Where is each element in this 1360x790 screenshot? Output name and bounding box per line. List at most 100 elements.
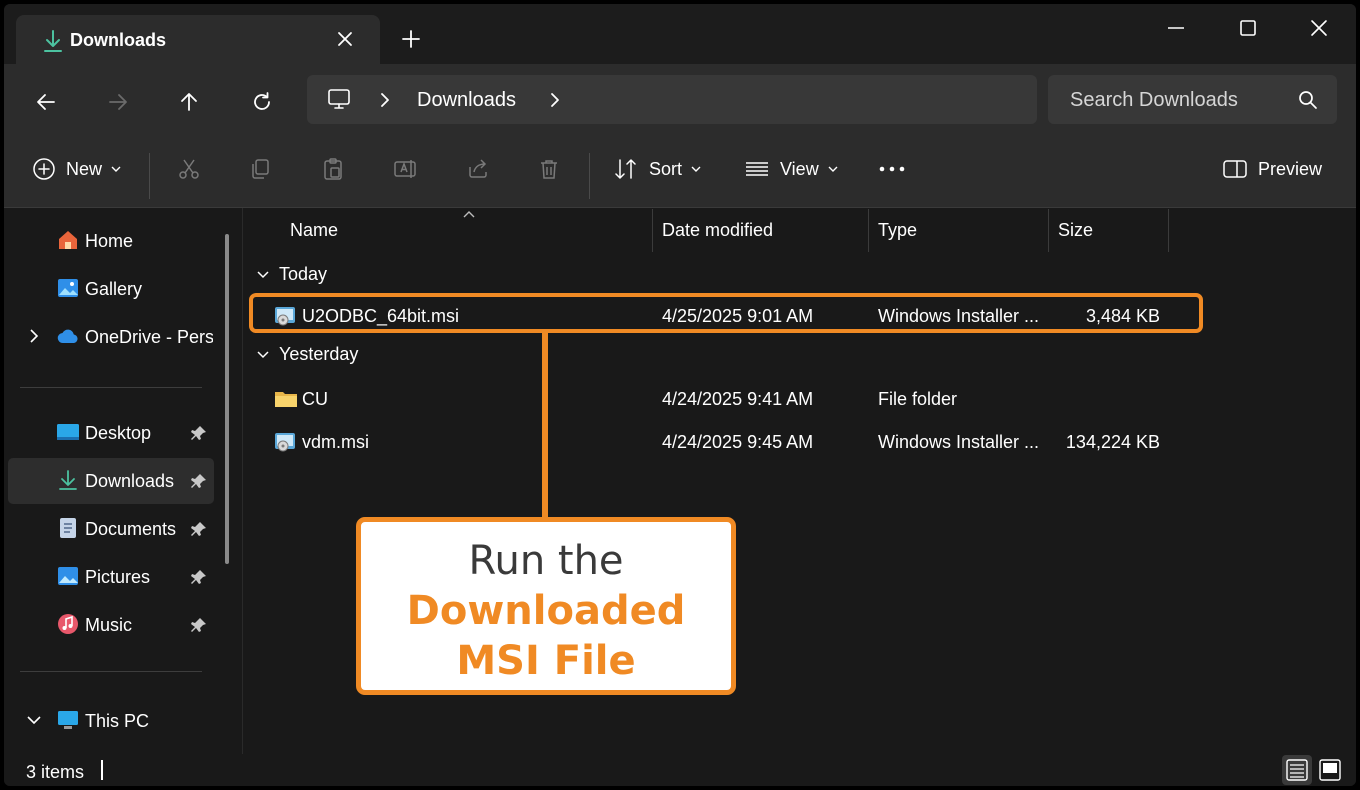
maximize-icon[interactable]: [1236, 16, 1260, 40]
home-icon: [59, 231, 77, 249]
gallery-icon: [58, 279, 78, 297]
column-separator[interactable]: [1048, 209, 1049, 252]
rename-icon: [394, 160, 416, 178]
sidebar-item-gallery[interactable]: Gallery: [8, 266, 214, 312]
new-tab-icon[interactable]: [400, 28, 422, 50]
details-view-icon: [1286, 759, 1308, 781]
column-separator[interactable]: [1168, 209, 1169, 252]
callout-line-2: Downloaded: [406, 588, 686, 634]
close-tab-icon[interactable]: [334, 28, 356, 50]
chevron-down-icon[interactable]: [26, 712, 42, 728]
chevron-down-icon: [691, 166, 701, 172]
sidebar-item-desktop[interactable]: Desktop: [8, 410, 214, 456]
computer-icon[interactable]: [327, 87, 351, 111]
sort-button[interactable]: Sort: [613, 130, 702, 208]
sidebar-item-onedrive[interactable]: OneDrive - Personal: [8, 314, 214, 360]
callout-line-3: MSI File: [456, 638, 636, 684]
toolbar-divider: [589, 153, 590, 199]
tiles-view-button[interactable]: [1315, 755, 1345, 785]
share-button[interactable]: [466, 130, 490, 208]
chevron-down-icon: [257, 270, 269, 278]
search-input[interactable]: Search Downloads: [1048, 75, 1337, 124]
document-icon: [60, 518, 76, 538]
preview-button[interactable]: Preview: [1222, 130, 1322, 208]
more-options-button[interactable]: [878, 130, 906, 208]
cut-button[interactable]: [177, 130, 201, 208]
group-header-yesterday[interactable]: Yesterday: [256, 344, 358, 365]
new-button[interactable]: New: [32, 130, 122, 208]
pin-icon[interactable]: [190, 520, 208, 538]
computer-icon: [58, 711, 78, 729]
chevron-right-icon[interactable]: [377, 91, 393, 109]
chevron-down-icon: [111, 166, 121, 172]
file-row[interactable]: CU 4/24/2025 9:41 AM File folder: [252, 379, 1204, 419]
tiles-view-icon: [1319, 759, 1341, 781]
back-icon[interactable]: [34, 90, 58, 114]
minimize-icon[interactable]: [1164, 16, 1188, 40]
view-button[interactable]: View: [744, 130, 839, 208]
file-type: File folder: [878, 389, 958, 409]
callout-line-1: Run the: [468, 538, 624, 584]
item-count: 3 items: [26, 762, 85, 782]
instruction-callout: Run the Downloaded MSI File: [356, 517, 736, 695]
tab-title: Downloads: [70, 30, 167, 50]
details-view-button[interactable]: [1282, 755, 1312, 785]
copy-button[interactable]: [248, 130, 272, 208]
sidebar-scrollbar[interactable]: [225, 234, 229, 564]
up-icon[interactable]: [177, 90, 201, 114]
music-icon: [58, 614, 78, 634]
tab-downloads[interactable]: Downloads: [16, 15, 380, 64]
group-label: Yesterday: [279, 344, 359, 364]
refresh-icon[interactable]: [250, 90, 274, 114]
column-separator[interactable]: [868, 209, 869, 252]
search-icon[interactable]: [1298, 90, 1318, 110]
sidebar-item-this-pc[interactable]: This PC: [8, 698, 214, 744]
sidebar-item-label: This PC: [85, 711, 150, 731]
sidebar-item-label: OneDrive - Personal: [85, 327, 213, 347]
column-header-size[interactable]: Size: [1058, 220, 1093, 241]
cloud-icon: [57, 329, 78, 344]
sort-label: Sort: [649, 158, 683, 179]
file-name: vdm.msi: [302, 432, 369, 452]
more-icon: [879, 166, 905, 172]
rename-button[interactable]: [393, 130, 419, 208]
pin-icon[interactable]: [190, 472, 208, 490]
sort-ascending-icon: [463, 211, 475, 218]
sidebar-item-pictures[interactable]: Pictures: [8, 554, 214, 600]
pin-icon[interactable]: [190, 616, 208, 634]
status-bar: 3 items: [4, 754, 1356, 786]
file-row[interactable]: vdm.msi 4/24/2025 9:45 AM Windows Instal…: [252, 422, 1204, 462]
column-header-type[interactable]: Type: [878, 220, 917, 241]
delete-button[interactable]: [537, 130, 561, 208]
pictures-icon: [58, 567, 78, 585]
view-label: View: [780, 158, 819, 179]
pin-icon[interactable]: [190, 424, 208, 442]
chevron-down-icon: [828, 166, 838, 172]
sidebar-item-home[interactable]: Home: [8, 218, 214, 264]
desktop-icon: [57, 424, 79, 440]
paste-button[interactable]: [321, 130, 345, 208]
chevron-right-icon[interactable]: [547, 91, 563, 109]
sidebar-item-downloads[interactable]: Downloads: [8, 458, 214, 504]
chevron-right-icon[interactable]: [26, 328, 42, 344]
group-header-today[interactable]: Today: [256, 264, 327, 285]
callout-connector: [542, 333, 548, 519]
sidebar-separator: [20, 387, 202, 388]
view-list-icon: [746, 162, 768, 176]
preview-label: Preview: [1258, 158, 1323, 179]
sidebar-item-documents[interactable]: Documents: [8, 506, 214, 552]
close-window-icon[interactable]: [1307, 16, 1331, 40]
address-bar[interactable]: Downloads: [307, 75, 1037, 124]
sidebar-item-label: Home: [85, 231, 134, 251]
column-header-name[interactable]: Name: [290, 220, 338, 241]
download-icon: [44, 30, 62, 52]
pin-icon[interactable]: [190, 568, 208, 586]
forward-icon[interactable]: [106, 90, 130, 114]
column-separator[interactable]: [652, 209, 653, 252]
breadcrumb-downloads[interactable]: Downloads: [417, 89, 516, 112]
plus-circle-icon: [33, 158, 55, 180]
column-header-date[interactable]: Date modified: [662, 220, 773, 241]
clipboard-icon: [324, 158, 342, 180]
file-date: 4/24/2025 9:45 AM: [662, 432, 814, 452]
sidebar-item-music[interactable]: Music: [8, 602, 214, 648]
